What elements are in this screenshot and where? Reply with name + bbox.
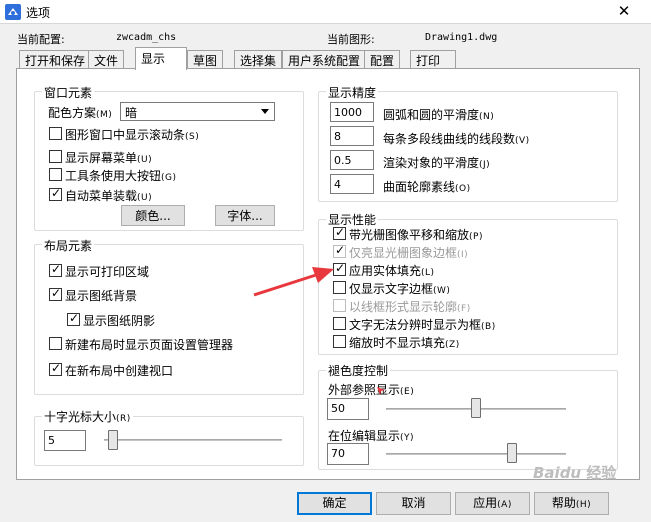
- page-setup-manager-label: 新建布局时显示页面设置管理器: [65, 338, 234, 352]
- no-fill-zoom-label: 缩放时不显示填充(Z): [349, 336, 460, 350]
- render-smoothness-input[interactable]: 0.5: [330, 150, 374, 170]
- checkbox-auto-menu-load[interactable]: [49, 186, 62, 201]
- inplace-slider-track[interactable]: [386, 453, 566, 455]
- large-buttons-label: 工具条使用大按钮(G): [65, 169, 177, 183]
- xref-display-label: 外部参照显示(E): [328, 383, 415, 397]
- tab-user-preferences[interactable]: 用户系统配置: [282, 50, 367, 68]
- crosshair-size-input[interactable]: 5: [44, 430, 86, 451]
- tab-profiles[interactable]: 配置: [364, 50, 401, 68]
- inplace-fade-input[interactable]: 70: [327, 443, 369, 465]
- watermark-logo: Baidu 经验: [533, 464, 617, 482]
- inplace-slider-thumb[interactable]: [507, 443, 517, 463]
- color-scheme-select[interactable]: 暗: [120, 102, 275, 121]
- cancel-button[interactable]: 取消: [376, 492, 451, 515]
- wireframe-silhouette-label: 以线框形式显示轮廓(F): [349, 300, 471, 314]
- checkbox-show-scrollbars[interactable]: [49, 127, 62, 140]
- annotation-arrow-icon: [253, 267, 334, 297]
- arc-smoothness-input[interactable]: 1000: [330, 102, 374, 122]
- colors-button[interactable]: 颜色...: [121, 205, 185, 226]
- crosshair-slider-thumb[interactable]: [107, 430, 118, 450]
- current-drawing-label: 当前图形:: [327, 33, 375, 46]
- help-button[interactable]: 帮助(H): [534, 492, 609, 515]
- window-title: 选项: [26, 6, 51, 20]
- arc-smoothness-label: 圆弧和圆的平滑度(N): [383, 108, 495, 122]
- close-icon[interactable]: ✕: [601, 0, 647, 22]
- render-smoothness-label: 渲染对象的平滑度(J): [383, 156, 491, 170]
- contour-lines-input[interactable]: 4: [330, 174, 374, 194]
- xref-fade-input[interactable]: 50: [327, 398, 369, 420]
- current-drawing-value: Drawing1.dwg: [425, 32, 498, 43]
- raster-pan-zoom-label: 带光栅图像平移和缩放(P): [349, 228, 483, 242]
- printable-area-label: 显示可打印区域: [65, 265, 150, 279]
- screen-menu-label: 显示屏幕菜单(U): [65, 151, 153, 165]
- tab-files[interactable]: 文件: [88, 50, 125, 68]
- app-icon: [5, 4, 21, 20]
- polyline-segments-input[interactable]: 8: [330, 126, 374, 146]
- auto-menu-load-label: 自动菜单装载(U): [65, 189, 153, 203]
- checkbox-raster-pan-zoom[interactable]: [333, 225, 346, 240]
- cursor-pointer-icon: [377, 387, 385, 395]
- color-scheme-value: 暗: [125, 106, 138, 120]
- checkbox-paper-background[interactable]: [49, 286, 62, 301]
- text-frame-only-label: 仅显示文字边框(W): [349, 282, 451, 296]
- tab-plot[interactable]: 打印: [410, 50, 456, 68]
- text-as-box-label: 文字无法分辨时显示为框(B): [349, 318, 496, 332]
- window-elements-title: 窗口元素: [42, 84, 95, 101]
- apply-button[interactable]: 应用(A): [455, 492, 530, 515]
- tab-selection[interactable]: 选择集: [234, 50, 283, 68]
- paper-background-label: 显示图纸背景: [65, 289, 138, 303]
- checkbox-text-as-box[interactable]: [333, 317, 346, 330]
- crosshair-slider-track[interactable]: [104, 439, 282, 441]
- checkbox-paper-shadow[interactable]: [67, 311, 80, 326]
- checkbox-printable-area[interactable]: [49, 262, 62, 277]
- fade-control-title: 褪色度控制: [326, 362, 391, 379]
- paper-shadow-label: 显示图纸阴影: [83, 314, 156, 328]
- checkbox-screen-menu[interactable]: [49, 150, 62, 163]
- raster-frame-only-label: 仅亮显光栅图象边框(I): [349, 246, 469, 260]
- current-config-value: zwcadm_chs: [116, 32, 177, 43]
- ok-button[interactable]: 确定: [297, 492, 372, 515]
- fonts-button[interactable]: 字体...: [215, 205, 275, 226]
- display-precision-title: 显示精度: [326, 84, 379, 101]
- layout-elements-title: 布局元素: [42, 237, 95, 254]
- checkbox-large-buttons[interactable]: [49, 168, 62, 181]
- tab-display[interactable]: 显示: [135, 47, 187, 70]
- xref-slider-thumb[interactable]: [471, 398, 481, 418]
- title-bar: 选项 ✕: [0, 0, 651, 24]
- show-scrollbars-label: 图形窗口中显示滚动条(S): [65, 128, 200, 142]
- crosshair-title: 十字光标大小(R): [42, 408, 133, 425]
- color-scheme-label: 配色方案(M): [48, 106, 113, 120]
- tab-open-save[interactable]: 打开和保存: [19, 50, 92, 68]
- chevron-down-icon: [261, 109, 269, 114]
- tab-drafting[interactable]: 草图: [187, 50, 224, 68]
- current-config-label: 当前配置:: [17, 33, 65, 46]
- create-viewport-label: 在新布局中创建视口: [65, 364, 174, 378]
- checkbox-create-viewport[interactable]: [49, 361, 62, 376]
- checkbox-no-fill-zoom[interactable]: [333, 335, 346, 348]
- inplace-edit-label: 在位编辑显示(Y): [328, 429, 415, 443]
- apply-solid-fill-label: 应用实体填充(L): [349, 264, 435, 278]
- contour-lines-label: 曲面轮廓素线(O): [383, 180, 471, 194]
- polyline-segments-label: 每条多段线曲线的线段数(V): [383, 132, 530, 146]
- checkbox-page-setup-manager[interactable]: [49, 337, 62, 350]
